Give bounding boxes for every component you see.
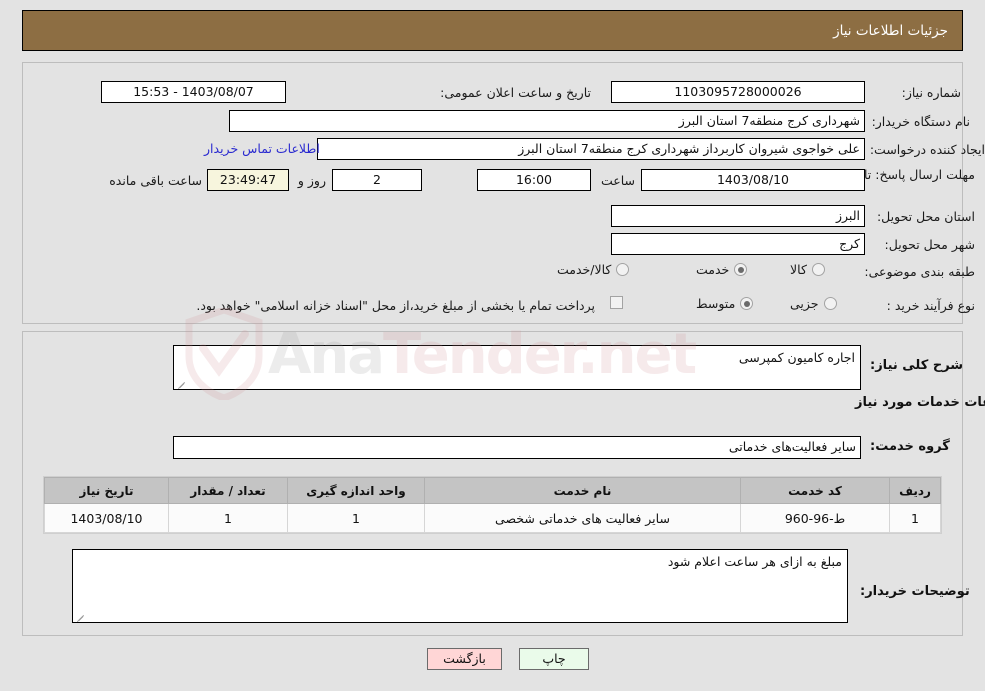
col-need-date: تاریخ نیاز (44, 477, 169, 504)
buyer-org-field[interactable]: شهرداری کرج منطقه7 استان البرز (229, 110, 865, 132)
col-service-code: کد خدمت (740, 477, 890, 504)
radio-indicator[interactable] (734, 263, 748, 276)
requester-label: ایجاد کننده درخواست: (869, 142, 985, 157)
announce-datetime-label: تاریخ و ساعت اعلان عمومی: (440, 85, 591, 100)
category-radio-goods[interactable]: کالا (790, 262, 825, 277)
city-label: شهر محل تحویل: (884, 237, 975, 252)
buyer-org-label: نام دستگاه خریدار: (871, 114, 970, 129)
category-radio-goods-service[interactable]: کالا/خدمت (557, 262, 630, 277)
process-radio-medium[interactable]: متوسط (696, 296, 754, 311)
category-label: طبقه بندی موضوعی: (864, 264, 975, 279)
radio-indicator[interactable] (811, 263, 825, 276)
buyer-notes-label: توضیحات خریدار: (860, 584, 970, 599)
process-radio-minor-label: جزیی (790, 296, 819, 311)
resize-grip-icon[interactable] (75, 610, 86, 622)
page-title: جزئیات اطلاعات نیاز (833, 22, 948, 39)
print-button[interactable]: چاپ (519, 648, 589, 670)
table-header-row: ردیف کد خدمت نام خدمت واحد اندازه گیری ت… (44, 477, 941, 504)
need-summary-textarea[interactable]: اجاره کامیون کمپرسی (173, 345, 861, 390)
deadline-time-label: ساعت (600, 173, 635, 188)
col-quantity: تعداد / مقدار (168, 477, 288, 504)
city-field[interactable]: کرج (611, 233, 865, 255)
province-field[interactable]: البرز (611, 205, 865, 227)
remaining-days-field[interactable]: 2 (332, 169, 422, 191)
col-row-no: ردیف (889, 477, 941, 504)
deadline-time-field[interactable]: 16:00 (477, 169, 591, 191)
category-radio-service-label: خدمت (696, 262, 730, 277)
cell-unit: 1 (287, 503, 425, 533)
buyer-notes-value: مبلغ به ازای هر ساعت اعلام شود (667, 554, 842, 569)
remaining-suffix-label: ساعت باقی مانده (109, 173, 202, 188)
category-radio-goods-service-label: کالا/خدمت (557, 262, 612, 277)
requester-field[interactable]: علی خواجوی شیروان کاربرداز شهرداری کرج م… (317, 138, 865, 160)
cell-quantity: 1 (168, 503, 288, 533)
service-group-label: گروه خدمت: (870, 439, 950, 454)
need-summary-label: شرح کلی نیاز: (870, 358, 964, 373)
service-group-field[interactable]: سایر فعالیت‌های خدماتی (173, 436, 861, 459)
deadline-date-field[interactable]: 1403/08/10 (641, 169, 865, 191)
buyer-contact-link[interactable]: اطلاعات تماس خریدار (204, 141, 320, 156)
radio-indicator[interactable] (616, 263, 630, 276)
need-summary-value: اجاره کامیون کمپرسی (738, 350, 855, 365)
back-button[interactable]: بازگشت (427, 648, 502, 670)
radio-indicator[interactable] (823, 297, 837, 310)
process-radio-medium-label: متوسط (696, 296, 736, 311)
need-number-label: شماره نیاز: (901, 85, 961, 100)
col-service-name: نام خدمت (424, 477, 741, 504)
category-radio-goods-label: کالا (790, 262, 807, 277)
checkbox-indicator[interactable] (610, 296, 623, 309)
process-label: نوع فرآیند خرید : (886, 298, 975, 313)
cell-service-name: سایر فعالیت های خدماتی شخصی (424, 503, 741, 533)
table-row: 1 ط-96-960 سایر فعالیت های خدماتی شخصی 1… (44, 503, 941, 533)
announce-datetime-field[interactable]: 1403/08/07 - 15:53 (101, 81, 286, 103)
need-number-field[interactable]: 1103095728000026 (611, 81, 865, 103)
radio-indicator[interactable] (740, 297, 754, 310)
treasury-bond-checkbox[interactable] (610, 296, 623, 309)
remaining-days-label: روز و (297, 173, 326, 188)
remaining-clock-field: 23:49:47 (207, 169, 289, 191)
cell-row-no: 1 (889, 503, 941, 533)
services-table: ردیف کد خدمت نام خدمت واحد اندازه گیری ت… (44, 477, 941, 533)
treasury-bond-note: پرداخت تمام یا بخشی از مبلغ خرید،از محل … (196, 298, 595, 313)
resize-grip-icon[interactable] (176, 377, 187, 389)
col-unit: واحد اندازه گیری (287, 477, 425, 504)
cell-need-date: 1403/08/10 (44, 503, 169, 533)
deadline-label: مهلت ارسال پاسخ: تا تاریخ: (830, 167, 975, 182)
process-radio-minor[interactable]: جزیی (790, 296, 837, 311)
province-label: استان محل تحویل: (876, 209, 975, 224)
buyer-notes-textarea[interactable]: مبلغ به ازای هر ساعت اعلام شود (72, 549, 848, 623)
cell-service-code: ط-96-960 (740, 503, 890, 533)
services-section-title: اطلاعات خدمات مورد نیاز (855, 395, 985, 410)
category-radio-service[interactable]: خدمت (696, 262, 748, 277)
page-header-bar: جزئیات اطلاعات نیاز (22, 10, 963, 51)
